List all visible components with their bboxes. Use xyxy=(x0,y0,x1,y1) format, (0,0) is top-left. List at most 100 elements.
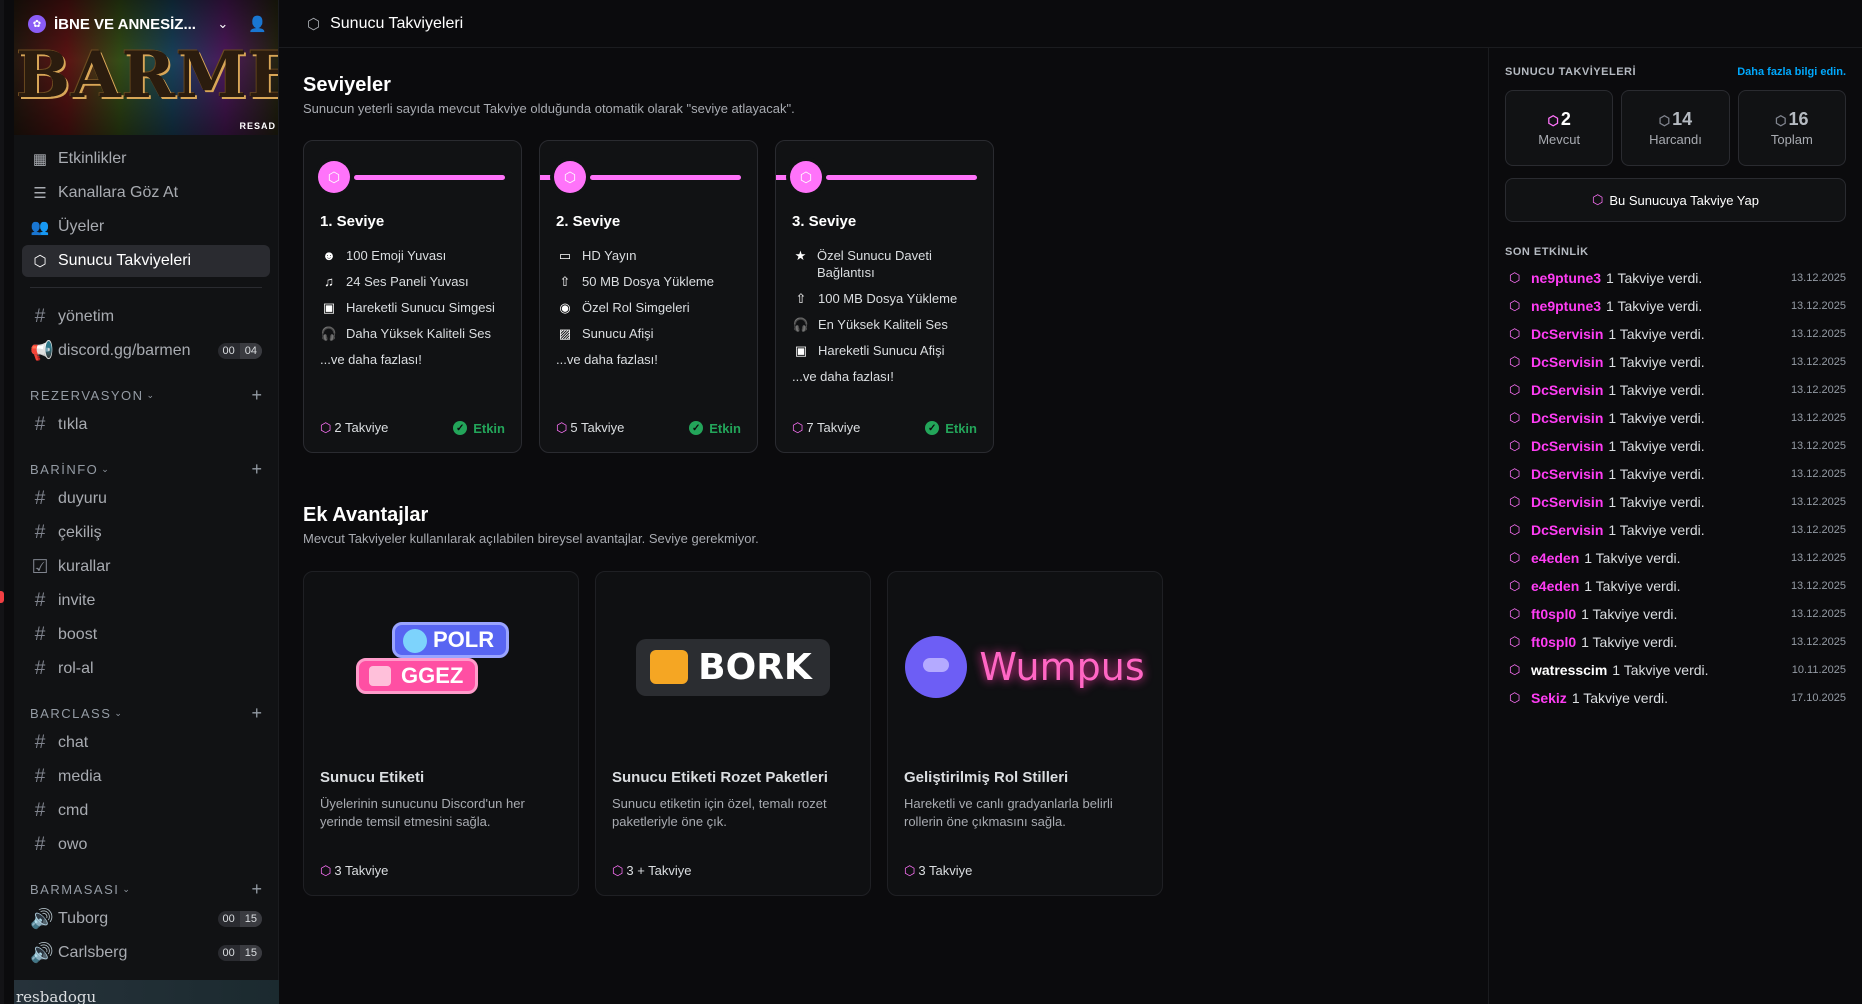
category-header[interactable]: REZERVASYON ⌄ + xyxy=(22,382,270,408)
boost-gem-icon: ⬡ xyxy=(1509,634,1521,649)
activity-row: ⬡ DcServisin 1 Takviye verdi. 13.12.2025 xyxy=(1505,460,1846,488)
channel-item[interactable]: 🔊 Tuborg 00 15 xyxy=(22,902,270,936)
tier-list: ⬡ 1. Seviye ☻ 100 Emoji Yuvası ♫ 24 Ses Panel… xyxy=(303,140,1464,453)
perk-card[interactable]: Wumpus Geliştirilmiş Rol Stilleri Hareke… xyxy=(887,571,1163,896)
activity-date: 13.12.2025 xyxy=(1790,552,1846,564)
activity-user[interactable]: DcServisin xyxy=(1531,354,1603,370)
channel-item[interactable]: # owo xyxy=(22,828,270,862)
channel-item[interactable]: # boost xyxy=(22,618,270,652)
boost-gem-icon: ⬡ xyxy=(1592,192,1604,207)
activity-user[interactable]: DcServisin xyxy=(1531,466,1603,482)
channel-item[interactable]: # duyuru xyxy=(22,482,270,516)
activity-user[interactable]: Sekiz xyxy=(1531,690,1567,706)
text-channel-icon: # xyxy=(34,834,46,855)
headphones-icon: 🎧 xyxy=(792,317,810,332)
perk-card[interactable]: POLR GGEZ Sunucu Etiketi Üyelerinin sunu… xyxy=(303,571,579,896)
category-header[interactable]: BARİNFO ⌄ + xyxy=(22,456,270,482)
tier-status-text: Etkin xyxy=(473,420,505,436)
activity-text: 1 Takviye verdi. xyxy=(1571,690,1669,706)
tier-perk: 🎧 Daha Yüksek Kaliteli Ses xyxy=(320,325,511,342)
channel-label: media xyxy=(58,768,102,785)
boost-server-button[interactable]: ⬡ Bu Sunucuya Takviye Yap xyxy=(1505,178,1846,222)
channel-label: owo xyxy=(58,836,88,853)
chevron-down-icon: ⌄ xyxy=(114,707,124,718)
tier-footer: ⬡ 5 Takviye ✓ Etkin xyxy=(556,420,741,436)
wumpus-icon xyxy=(905,636,968,698)
perk-card[interactable]: BORK Sunucu Etiketi Rozet Paketleri Sunu… xyxy=(595,571,871,896)
channel-item[interactable]: # çekiliş xyxy=(22,516,270,550)
nav-item-sunucu-takviyeleri[interactable]: ⬡ Sunucu Takviyeleri xyxy=(22,245,270,277)
channel-item[interactable]: # cmd xyxy=(22,794,270,828)
channel-item[interactable]: 🔊 Carlsberg 00 15 xyxy=(22,936,270,970)
nav-item-kanallara-göz-at[interactable]: ☰ Kanallara Göz At xyxy=(22,177,270,209)
activity-user[interactable]: DcServisin xyxy=(1531,382,1603,398)
user-panel[interactable]: resbadogu xyxy=(14,980,279,1004)
calendar-icon: ▦ xyxy=(32,151,48,168)
activity-date: 13.12.2025 xyxy=(1790,412,1846,424)
add-channel-icon[interactable]: + xyxy=(251,385,262,406)
activity-row: ⬡ ne9ptune3 1 Takviye verdi. 13.12.2025 xyxy=(1505,264,1846,292)
activity-user[interactable]: DcServisin xyxy=(1531,410,1603,426)
nav-item-üyeler[interactable]: 👥 Üyeler xyxy=(22,211,270,243)
activity-user[interactable]: watresscim xyxy=(1531,662,1607,678)
activity-row: ⬡ DcServisin 1 Takviye verdi. 13.12.2025 xyxy=(1505,488,1846,516)
add-channel-icon[interactable]: + xyxy=(251,703,262,724)
activity-text: 1 Takviye verdi. xyxy=(1608,466,1705,482)
gif-icon: ▣ xyxy=(322,300,336,315)
category-name: BARCLASS xyxy=(30,705,112,721)
activity-text: 1 Takviye verdi. xyxy=(1581,634,1678,650)
activity-user[interactable]: DcServisin xyxy=(1531,438,1603,454)
channel-label: invite xyxy=(58,592,96,609)
add-channel-icon[interactable]: + xyxy=(251,879,262,900)
tier-status-text: Etkin xyxy=(709,420,741,436)
tier-perk-text: 100 MB Dosya Yükleme xyxy=(818,291,958,306)
activity-user[interactable]: DcServisin xyxy=(1531,494,1603,510)
channel-item[interactable]: ☑ kurallar xyxy=(22,550,270,584)
tier-perk: ⇧ 100 MB Dosya Yükleme xyxy=(792,290,983,307)
channel-item[interactable]: # yönetim xyxy=(22,300,270,334)
activity-user[interactable]: DcServisin xyxy=(1531,326,1603,342)
category-header[interactable]: BARMASASI ⌄ + xyxy=(22,876,270,902)
channel-item[interactable]: # media xyxy=(22,760,270,794)
channel-item[interactable]: # rol-al xyxy=(22,652,270,686)
channel-item[interactable]: # invite xyxy=(22,584,270,618)
activity-text: 1 Takviye verdi. xyxy=(1606,298,1703,314)
progress-bar xyxy=(590,175,741,180)
activity-text: 1 Takviye verdi. xyxy=(1584,550,1681,566)
nav-item-label: Etkinlikler xyxy=(58,150,127,167)
activity-date: 13.12.2025 xyxy=(1790,384,1846,396)
boost-gem-icon: ⬡ xyxy=(1509,326,1521,341)
boost-gem-icon: ⬡ xyxy=(1509,606,1521,621)
channel-label: Tuborg xyxy=(58,910,109,927)
add-channel-icon[interactable]: + xyxy=(251,459,262,480)
invite-people-icon[interactable]: 👤 xyxy=(248,15,267,33)
activity-user[interactable]: e4eden xyxy=(1531,550,1579,566)
perk-title: Sunucu Etiketi Rozet Paketleri xyxy=(612,769,828,786)
activity-user[interactable]: ft0spl0 xyxy=(1531,606,1576,622)
announcement-channel-icon: 📢 xyxy=(30,341,54,362)
stat-total: ⬡ 16 Toplam xyxy=(1737,90,1846,166)
perk-title: Sunucu Etiketi xyxy=(320,769,425,786)
tier-perk-text: Özel Rol Simgeleri xyxy=(582,300,690,315)
activity-user[interactable]: ft0spl0 xyxy=(1531,634,1576,650)
activity-user[interactable]: ne9ptune3 xyxy=(1531,298,1601,314)
chevron-down-icon[interactable]: ⌄ xyxy=(217,16,228,32)
boost-gem-icon: ⬡ xyxy=(1509,270,1521,285)
tier-name: 1. Seviye xyxy=(320,213,385,230)
channel-item[interactable]: 📢 discord.gg/barmen 00 04 xyxy=(22,334,270,368)
activity-user[interactable]: ne9ptune3 xyxy=(1531,270,1601,286)
activity-text: 1 Takviye verdi. xyxy=(1581,606,1678,622)
learn-more-link[interactable]: Daha fazla bilgi edin. xyxy=(1737,66,1846,78)
channel-item[interactable]: # chat xyxy=(22,726,270,760)
server-header[interactable]: ✿ İBNE VE ANNESİZ... ⌄ 👤 xyxy=(14,0,278,48)
channel-label: tıkla xyxy=(58,416,88,433)
channel-item[interactable]: # tıkla xyxy=(22,408,270,442)
activity-user[interactable]: e4eden xyxy=(1531,578,1579,594)
category-header[interactable]: BARCLASS ⌄ + xyxy=(22,700,270,726)
nav-item-etkinlikler[interactable]: ▦ Etkinlikler xyxy=(22,143,270,175)
tier-perk-text: Daha Yüksek Kaliteli Ses xyxy=(346,326,492,341)
text-channel-icon: # xyxy=(34,732,46,753)
text-channel-icon: # xyxy=(34,590,46,611)
activity-user[interactable]: DcServisin xyxy=(1531,522,1603,538)
activity-text: 1 Takviye verdi. xyxy=(1608,326,1705,342)
